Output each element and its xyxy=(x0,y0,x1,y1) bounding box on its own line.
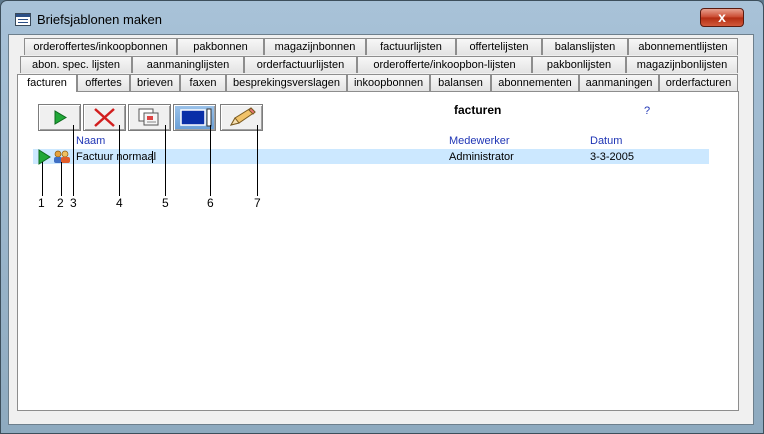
callout-number-2: 2 xyxy=(57,196,64,210)
panel-heading: facturen xyxy=(454,103,502,117)
callout-number-1: 1 xyxy=(38,196,45,210)
callout-number-3: 3 xyxy=(70,196,77,210)
users-icon xyxy=(54,150,70,163)
copy-template-icon xyxy=(138,108,159,126)
tab-inkoopbonnen[interactable]: inkoopbonnen xyxy=(347,74,430,91)
row-employee: Administrator xyxy=(449,151,514,163)
tab-orderofferte-inkoopbon-lijsten[interactable]: orderofferte/inkoopbon-lijsten xyxy=(357,56,532,73)
tab-balansen[interactable]: balansen xyxy=(430,74,491,91)
help-link[interactable]: ? xyxy=(644,105,650,117)
row-date: 3-3-2005 xyxy=(590,151,635,163)
close-button[interactable]: x xyxy=(700,8,744,27)
tab-magazijnbonnen[interactable]: magazijnbonnen xyxy=(264,38,366,55)
tab-faxen[interactable]: faxen xyxy=(180,74,226,91)
tab-orderoffertes-inkoopbonnen[interactable]: orderoffertes/inkoopbonnen xyxy=(24,38,177,55)
callout-line-5 xyxy=(165,125,166,196)
tab-orderfacturen[interactable]: orderfacturen xyxy=(659,74,738,91)
callout-line-2 xyxy=(61,162,62,196)
row-name[interactable]: Factuur normaal xyxy=(76,151,156,163)
callout-line-7 xyxy=(257,125,258,196)
play-button[interactable] xyxy=(38,104,81,131)
window-title: Briefsjablonen maken xyxy=(37,12,163,27)
title-bar[interactable]: Briefsjablonen maken x xyxy=(1,1,763,33)
tab-aanmaninglijsten[interactable]: aanmaninglijsten xyxy=(132,56,244,73)
tab-offertes[interactable]: offertes xyxy=(77,74,130,91)
tab-pakbonlijsten[interactable]: pakbonlijsten xyxy=(532,56,626,73)
screen-icon xyxy=(180,108,212,127)
callout-number-6: 6 xyxy=(207,196,214,210)
tab-aanmaningen[interactable]: aanmaningen xyxy=(579,74,659,91)
tab-offertelijsten[interactable]: offertelijsten xyxy=(456,38,542,55)
tab-brieven[interactable]: brieven xyxy=(130,74,180,91)
callout-line-6 xyxy=(210,125,211,196)
tab-factuurlijsten[interactable]: factuurlijsten xyxy=(366,38,456,55)
column-header-name[interactable]: Naam xyxy=(76,135,105,147)
callout-line-4 xyxy=(119,125,120,196)
text-cursor xyxy=(152,151,153,163)
edit-pencil-icon xyxy=(229,107,256,126)
form-icon xyxy=(15,13,31,26)
tab-magazijnbonlijsten[interactable]: magazijnbonlijsten xyxy=(626,56,738,73)
callout-line-1 xyxy=(42,162,43,196)
callout-number-7: 7 xyxy=(254,196,261,210)
tab-balanslijsten[interactable]: balanslijsten xyxy=(542,38,628,55)
tab-abon-spec-lijsten[interactable]: abon. spec. lijsten xyxy=(20,56,132,73)
tab-besprekingsverslagen[interactable]: besprekingsverslagen xyxy=(226,74,347,91)
column-header-date[interactable]: Datum xyxy=(590,135,622,147)
tab-orderfactuurlijsten[interactable]: orderfactuurlijsten xyxy=(244,56,357,73)
row-play-icon[interactable] xyxy=(37,149,51,165)
callout-line-3 xyxy=(73,125,74,196)
tab-pakbonnen[interactable]: pakbonnen xyxy=(177,38,264,55)
column-header-employee[interactable]: Medewerker xyxy=(449,135,510,147)
callout-number-5: 5 xyxy=(162,196,169,210)
tab-facturen[interactable]: facturen xyxy=(17,74,77,92)
tab-abonnementen[interactable]: abonnementen xyxy=(491,74,579,91)
callout-number-4: 4 xyxy=(116,196,123,210)
tab-abonnementlijsten[interactable]: abonnementlijsten xyxy=(628,38,738,55)
tab-panel xyxy=(17,91,739,411)
